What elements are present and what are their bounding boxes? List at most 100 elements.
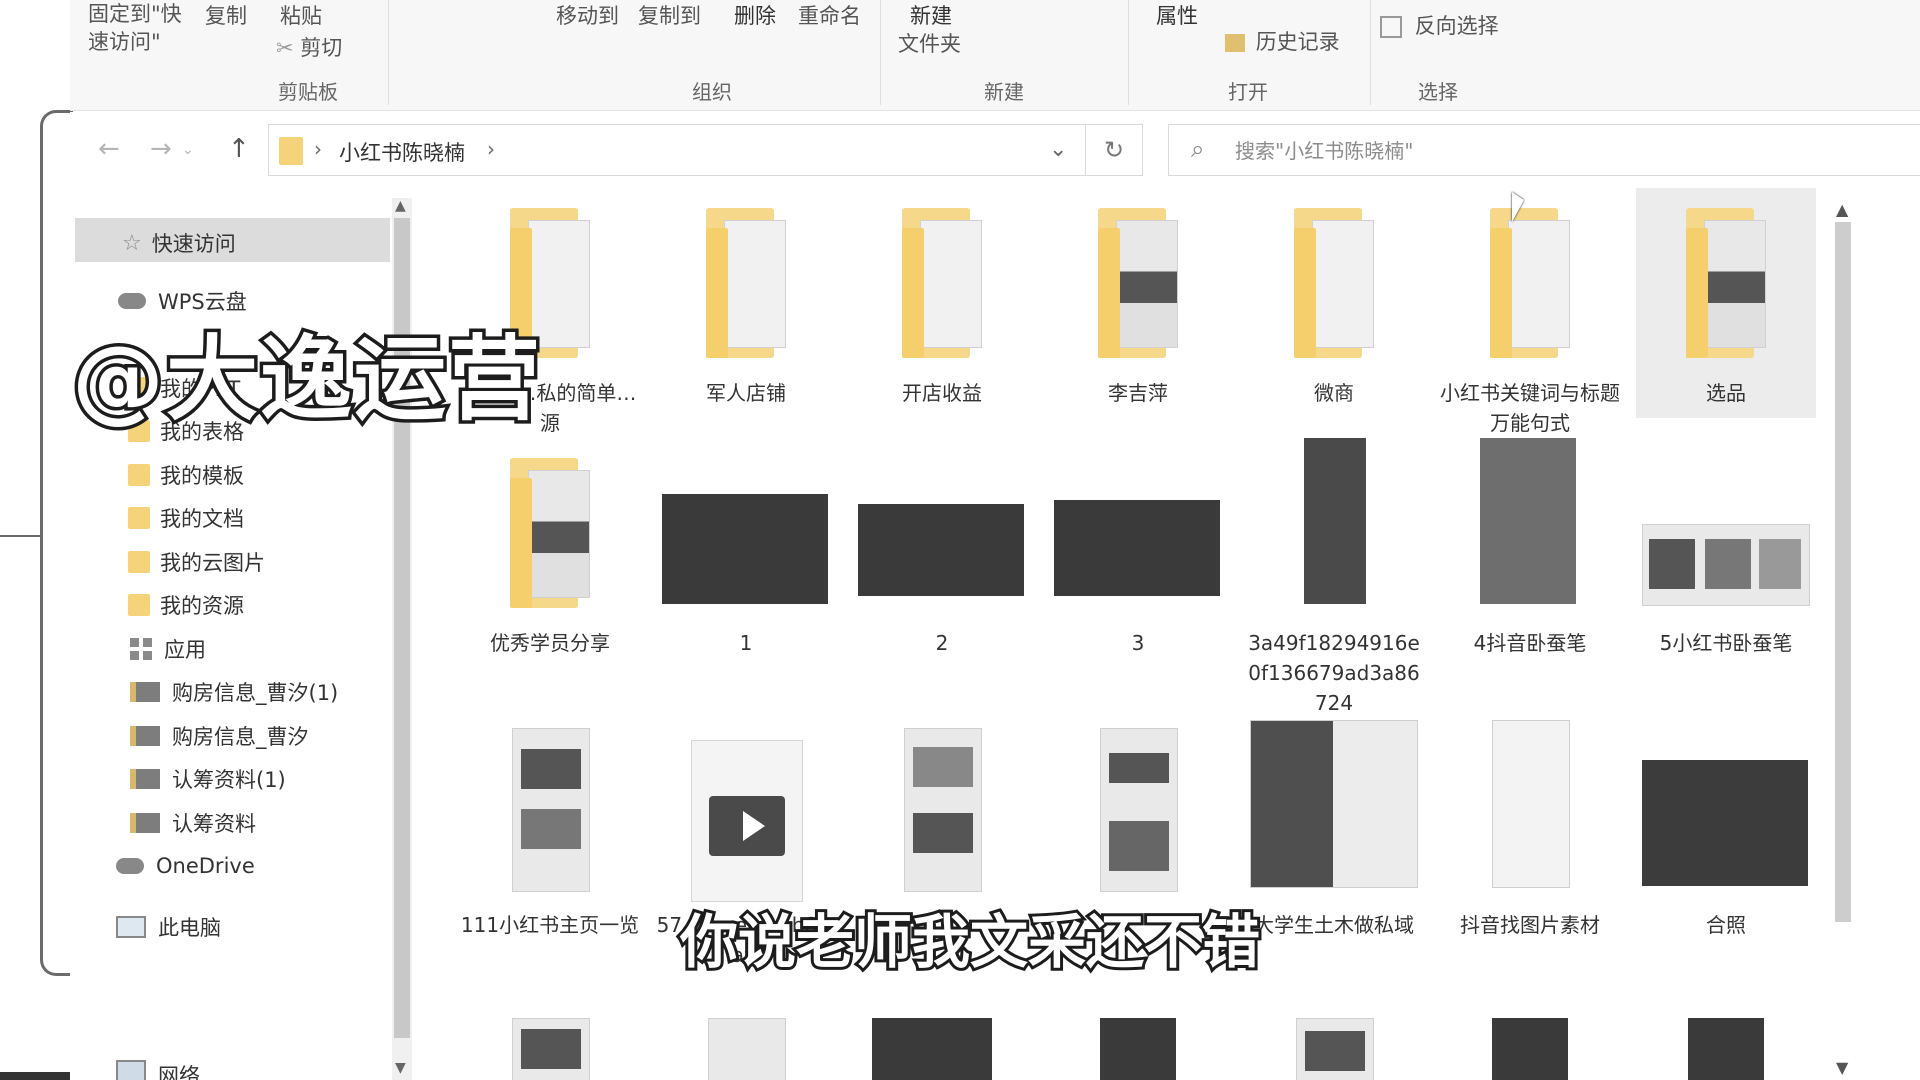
rename-button[interactable]: 重命名	[798, 0, 861, 30]
file-list-scrollbar[interactable]: ▲ ▼	[1830, 200, 1856, 1080]
file-item-image[interactable]: 111小红书主页一览	[460, 720, 640, 960]
file-item-label: 选品	[1706, 381, 1746, 405]
file-item-image[interactable]: 合照	[1636, 720, 1816, 937]
scrollbar-thumb[interactable]	[1835, 222, 1851, 922]
file-item-folder[interactable]: 军人店铺	[656, 188, 836, 448]
image-thumbnail	[1492, 720, 1570, 888]
file-item-image[interactable]: 大学生土木做私域	[1244, 720, 1424, 960]
recent-locations-chevron-icon[interactable]: ⌄	[182, 142, 194, 158]
image-thumbnail	[1100, 728, 1178, 892]
new-group-label: 新建	[984, 80, 1024, 104]
file-item-label: 1	[739, 631, 753, 655]
file-item-folder[interactable]: 小红书关键词与标题万能句式	[1440, 188, 1620, 448]
image-thumbnail	[1480, 438, 1576, 604]
back-arrow-icon[interactable]: ←	[98, 134, 120, 164]
search-input[interactable]	[1233, 135, 1877, 167]
image-thumbnail	[904, 728, 982, 892]
file-item-label: 抖音找图片素材	[1460, 913, 1600, 937]
star-icon: ☆	[122, 230, 142, 256]
ribbon-separator	[1128, 0, 1129, 105]
ribbon-separator	[388, 0, 389, 105]
new-folder-button-line2[interactable]: 文件夹	[898, 28, 961, 58]
scroll-down-arrow-icon[interactable]: ▼	[1836, 1058, 1848, 1077]
play-icon	[709, 796, 785, 856]
nav-item-label: 认筹资料(1)	[172, 768, 286, 792]
invert-selection-label: 反向选择	[1414, 14, 1499, 38]
file-item-folder[interactable]: 开店收益	[852, 188, 1032, 448]
nav-item-my-templates[interactable]: 我的模板	[128, 460, 244, 490]
file-item-image[interactable]: 抖音找图片素材	[1440, 720, 1620, 937]
up-arrow-icon[interactable]: ↑	[228, 134, 250, 164]
file-item-image[interactable]: 3	[1048, 438, 1228, 655]
file-item-image[interactable]	[1048, 720, 1228, 920]
nav-item-subscription-docs[interactable]: 认筹资料	[130, 808, 256, 838]
file-item-image[interactable]	[656, 1018, 836, 1080]
history-button[interactable]: 历史记录	[1225, 26, 1340, 56]
refresh-icon: ↻	[1103, 136, 1125, 164]
nav-item-quick-access[interactable]: ☆ 快速访问	[122, 228, 236, 258]
refresh-button[interactable]: ↻	[1085, 124, 1143, 176]
file-item-image[interactable]	[460, 1018, 640, 1080]
nav-item-apps[interactable]: 应用	[130, 634, 206, 664]
file-item-folder-selected[interactable]: 选品	[1636, 188, 1816, 418]
copy-button[interactable]: 复制	[205, 0, 247, 30]
scroll-up-arrow-icon[interactable]: ▲	[1836, 200, 1848, 219]
nav-item-label: 购房信息_曹汐	[172, 725, 309, 749]
history-label: 历史记录	[1255, 30, 1340, 54]
file-item-label: 2	[935, 631, 949, 655]
nav-item-my-cloud-images[interactable]: 我的云图片	[128, 547, 265, 577]
file-item-image[interactable]	[852, 1018, 1032, 1080]
file-item-image[interactable]: 1	[656, 438, 836, 655]
nav-item-my-resources[interactable]: 我的资源	[128, 590, 244, 620]
invert-selection-button[interactable]: 反向选择	[1380, 10, 1499, 40]
folder-icon	[852, 188, 1032, 368]
nav-item-label: 应用	[164, 638, 206, 662]
file-item-image[interactable]	[1048, 1018, 1228, 1080]
chevron-right-icon[interactable]: ›	[487, 137, 495, 161]
nav-item-my-documents[interactable]: 我的文档	[128, 503, 244, 533]
copy-to-button[interactable]: 复制到	[638, 0, 701, 30]
scroll-down-arrow-icon[interactable]: ▼	[395, 1060, 406, 1076]
breadcrumb-current-folder[interactable]: 小红书陈晓楠	[339, 137, 465, 167]
nav-item-label: 网络	[158, 1064, 200, 1080]
file-item-folder[interactable]: 李吉萍	[1048, 188, 1228, 448]
pin-quick-access-button[interactable]: 固定到"快 速访问"	[88, 0, 182, 56]
file-item-image[interactable]	[852, 720, 1032, 920]
nav-item-network[interactable]: 网络	[116, 1060, 200, 1080]
address-dropdown-chevron-icon[interactable]: ⌄	[1049, 137, 1067, 162]
file-item-image[interactable]: 2	[852, 438, 1032, 655]
file-item-image[interactable]: 4抖音卧蚕笔	[1440, 438, 1620, 655]
nav-item-label: OneDrive	[156, 854, 255, 878]
file-item-image[interactable]: 3a49f18294916e0f136679ad3a86724	[1244, 438, 1424, 718]
search-box[interactable]: ⌕	[1168, 124, 1920, 176]
properties-button[interactable]: 属性	[1156, 0, 1198, 30]
file-item-folder[interactable]: 微商	[1244, 188, 1424, 448]
file-item-folder[interactable]: 优秀学员分享	[460, 438, 640, 655]
document-folder-icon	[130, 813, 160, 833]
file-item-image[interactable]: 5小红书卧蚕笔	[1636, 438, 1816, 655]
nav-item-this-pc[interactable]: 此电脑	[116, 912, 221, 942]
cut-button[interactable]: ✂ 剪切	[276, 32, 342, 62]
file-item-image[interactable]	[1636, 1018, 1816, 1080]
move-to-button[interactable]: 移动到	[556, 0, 619, 30]
new-folder-button-line1[interactable]: 新建	[910, 0, 952, 30]
image-thumbnail	[662, 494, 828, 604]
forward-arrow-icon[interactable]: →	[150, 134, 172, 164]
nav-item-housing-info-1[interactable]: 购房信息_曹汐(1)	[130, 677, 338, 707]
nav-item-housing-info[interactable]: 购房信息_曹汐	[130, 721, 309, 751]
file-item-image[interactable]	[1440, 1018, 1620, 1080]
select-group-label: 选择	[1418, 80, 1458, 104]
paste-button[interactable]: 粘贴	[280, 0, 322, 30]
delete-button[interactable]: 删除	[734, 0, 776, 30]
file-item-label: 李吉萍	[1108, 381, 1168, 405]
image-thumbnail	[1642, 760, 1808, 886]
nav-item-onedrive[interactable]: OneDrive	[116, 854, 255, 878]
file-item-image[interactable]	[1244, 1018, 1424, 1080]
desktop-edge	[0, 0, 73, 1080]
scroll-up-arrow-icon[interactable]: ▲	[395, 198, 406, 214]
file-item-label: 3a49f18294916e0f136679ad3a86724	[1248, 631, 1420, 715]
nav-item-subscription-docs-1[interactable]: 认筹资料(1)	[130, 764, 286, 794]
cut-label: 剪切	[300, 36, 343, 60]
nav-item-label: 我的云图片	[160, 551, 265, 575]
address-bar[interactable]: › 小红书陈晓楠 › ⌄	[268, 124, 1140, 176]
